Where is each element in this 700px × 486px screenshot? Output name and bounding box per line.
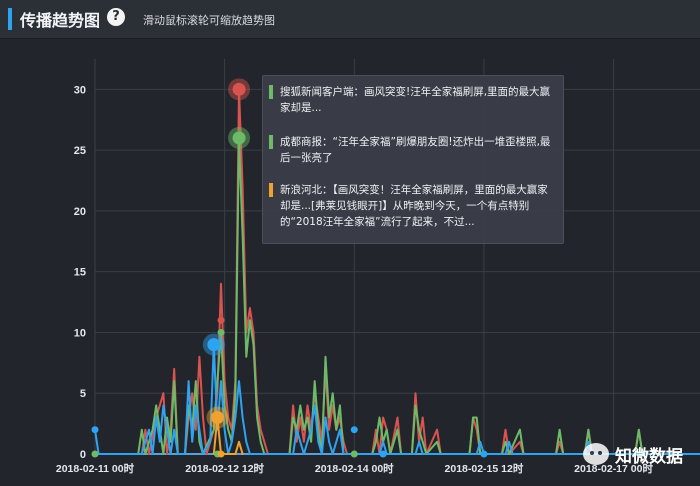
- data-point: [379, 450, 387, 458]
- y-tick-label: 30: [74, 84, 86, 96]
- series-marker: [269, 85, 273, 99]
- zoom-hint: 滑动鼠标滚轮可缩放趋势图: [143, 14, 275, 27]
- x-tick-label: 2018-02-14 00时: [315, 462, 394, 475]
- y-tick-label: 10: [74, 327, 86, 339]
- data-point: [207, 338, 221, 352]
- title-accent-bar: [8, 8, 12, 30]
- x-tick-label: 2018-02-11 00时: [56, 462, 135, 475]
- chart-header: 传播趋势图 ? 滑动鼠标滚轮可缩放趋势图: [0, 0, 700, 39]
- tooltip-item: 搜狐新闻客户端：画风突变!汪年全家福刷屏,里面的最大赢家却是...: [269, 84, 555, 116]
- x-tick-label: 2018-02-12 12时: [185, 462, 264, 475]
- tooltip-text: 新浪河北：【画风突变！汪年全家福刷屏，里面的最大赢家却是...[弗莱见钱眼开]】…: [280, 184, 548, 228]
- data-point: [91, 450, 99, 458]
- tooltip-item: 成都商报：“汪年全家福”刷爆朋友圈!还炸出一堆歪楼照,最后一张亮了: [269, 134, 555, 166]
- series-marker: [269, 183, 273, 197]
- data-point: [217, 328, 225, 336]
- data-point: [217, 450, 225, 458]
- data-point: [232, 131, 246, 145]
- watermark-text: 知微数据: [615, 447, 683, 467]
- hover-tooltip: 搜狐新闻客户端：画风突变!汪年全家福刷屏,里面的最大赢家却是... 成都商报：“…: [262, 75, 564, 244]
- data-point: [91, 426, 99, 434]
- y-tick-label: 20: [74, 206, 86, 218]
- data-point: [350, 450, 358, 458]
- chart-title: 传播趋势图: [20, 11, 101, 30]
- y-axis-ticks: 0 5 10 15 20 25 30: [74, 84, 86, 461]
- x-axis-ticks: 2018-02-11 00时 2018-02-12 12时 2018-02-14 0…: [56, 462, 654, 475]
- x-tick-label: 2018-02-15 12时: [445, 462, 524, 475]
- y-tick-label: 15: [74, 267, 86, 279]
- series-line: [94, 343, 700, 455]
- data-point: [232, 82, 246, 96]
- series-marker: [269, 135, 273, 149]
- y-tick-label: 25: [74, 145, 86, 157]
- data-point: [210, 411, 224, 425]
- data-point: [480, 450, 488, 458]
- data-point: [350, 426, 358, 434]
- data-point: [217, 316, 225, 324]
- y-tick-label: 0: [80, 449, 86, 461]
- help-icon[interactable]: ?: [107, 8, 125, 26]
- y-tick-label: 5: [80, 388, 86, 400]
- wechat-icon: [583, 443, 609, 465]
- tooltip-text: 搜狐新闻客户端：画风突变!汪年全家福刷屏,里面的最大赢家却是...: [280, 86, 551, 114]
- tooltip-text: 成都商报：“汪年全家福”刷爆朋友圈!还炸出一堆歪楼照,最后一张亮了: [280, 136, 551, 164]
- tooltip-item: 新浪河北：【画风突变！汪年全家福刷屏，里面的最大赢家却是...[弗莱见钱眼开]】…: [269, 182, 555, 230]
